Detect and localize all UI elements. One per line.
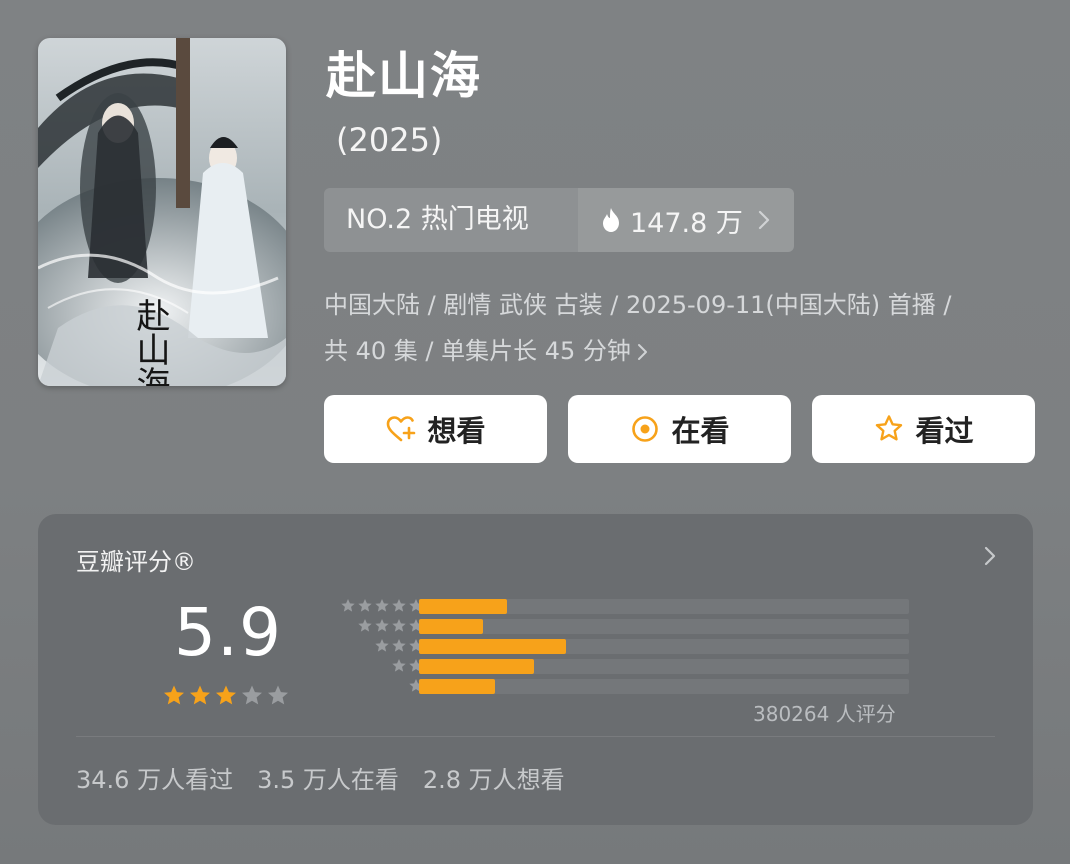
distribution-stars xyxy=(374,638,424,654)
watching-label: 在看 xyxy=(671,414,730,448)
star-small-icon xyxy=(358,619,372,632)
distribution-bar xyxy=(419,659,535,674)
distribution-track xyxy=(419,619,909,634)
distribution-bar xyxy=(419,639,566,654)
rating-distribution xyxy=(320,596,920,696)
distribution-row-1-star xyxy=(320,676,920,696)
watched-label: 看过 xyxy=(915,414,974,448)
rank-banner[interactable]: NO.2 热门电视 147.8 万 xyxy=(324,188,794,252)
star-filled-icon xyxy=(164,685,184,705)
star-small-icon xyxy=(392,599,406,612)
watching-button[interactable]: 在看 xyxy=(568,395,791,463)
distribution-row-2-star xyxy=(320,656,920,676)
watched-count: 34.6 万人看过 xyxy=(76,766,234,794)
meta-line-2: 共 40 集 / 单集片长 45 分钟 xyxy=(324,337,631,365)
watch-stats: 34.6 万人看过 3.5 万人在看 2.8 万人想看 xyxy=(76,760,565,795)
star-outline-icon xyxy=(876,415,903,441)
release-year: (2025) xyxy=(336,121,443,159)
poster-calligraphy: 赴山海 xyxy=(130,298,170,386)
distribution-stars xyxy=(357,618,424,634)
distribution-bar xyxy=(419,679,495,694)
chevron-right-icon xyxy=(758,210,769,230)
watched-button[interactable]: 看过 xyxy=(812,395,1035,463)
rating-stars xyxy=(162,684,290,708)
star-filled-icon xyxy=(216,685,236,705)
star-small-icon xyxy=(392,619,406,632)
star-small-icon xyxy=(392,639,406,652)
circle-dot-icon xyxy=(632,416,659,442)
star-filled-icon xyxy=(190,685,210,705)
distribution-track xyxy=(419,679,909,694)
poster-artwork: 赴山海 xyxy=(38,38,286,386)
rating-title: 豆瓣评分® xyxy=(76,548,196,576)
star-empty-icon xyxy=(268,685,288,705)
distribution-bar xyxy=(419,619,483,634)
action-buttons: 想看 在看 看过 xyxy=(324,395,1035,463)
heart-plus-icon xyxy=(387,416,416,442)
show-meta[interactable]: 中国大陆 / 剧情 武侠 古装 / 2025-09-11(中国大陆) 首播 / … xyxy=(324,282,1044,374)
rating-card[interactable]: 豆瓣评分® 5.9 380264 人评分 34.6 万人看过 3.5 万人在看 … xyxy=(38,514,1033,825)
star-empty-icon xyxy=(242,685,262,705)
want-to-watch-label: 想看 xyxy=(427,414,486,448)
star-small-icon xyxy=(375,599,389,612)
star-small-icon xyxy=(341,599,355,612)
chevron-right-icon xyxy=(637,344,647,360)
rating-score: 5.9 xyxy=(174,594,282,671)
raters-count: 380264 人评分 xyxy=(753,702,896,726)
star-small-icon xyxy=(392,659,406,672)
distribution-row-5-star xyxy=(320,596,920,616)
distribution-track xyxy=(419,599,909,614)
distribution-stars xyxy=(340,598,424,614)
want-to-watch-button[interactable]: 想看 xyxy=(324,395,547,463)
distribution-row-3-star xyxy=(320,636,920,656)
distribution-bar xyxy=(419,599,508,614)
hot-value: 147.8 万 xyxy=(630,207,743,239)
distribution-track xyxy=(419,659,909,674)
star-small-icon xyxy=(358,599,372,612)
meta-line-1: 中国大陆 / 剧情 武侠 古装 / 2025-09-11(中国大陆) 首播 / xyxy=(324,291,952,319)
poster-image[interactable]: 赴山海 xyxy=(38,38,286,386)
star-small-icon xyxy=(375,639,389,652)
hot-index[interactable]: 147.8 万 xyxy=(578,188,794,252)
watching-count: 3.5 万人在看 xyxy=(257,766,399,794)
flame-icon xyxy=(603,208,619,232)
want-count: 2.8 万人想看 xyxy=(422,766,565,794)
meta-line-2-wrap: 共 40 集 / 单集片长 45 分钟 xyxy=(324,328,1044,374)
chevron-right-icon[interactable] xyxy=(983,544,997,568)
distribution-track xyxy=(419,639,909,654)
star-small-icon xyxy=(375,619,389,632)
distribution-row-4-star xyxy=(320,616,920,636)
page-title: 赴山海 xyxy=(326,47,482,105)
rank-label: NO.2 热门电视 xyxy=(324,188,578,252)
divider xyxy=(76,736,995,737)
